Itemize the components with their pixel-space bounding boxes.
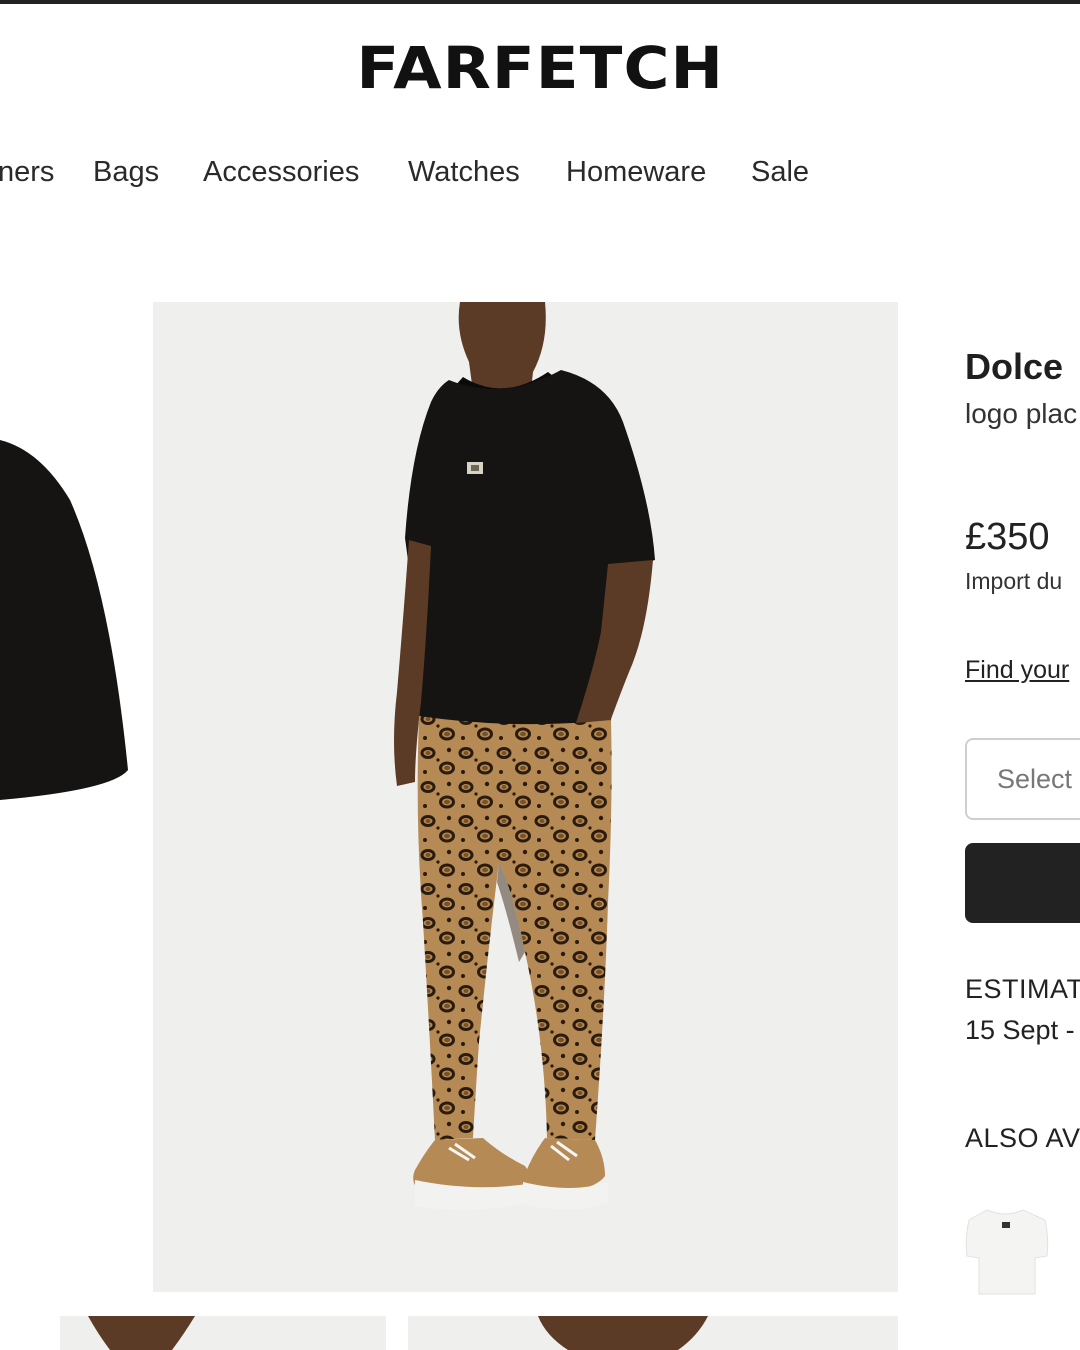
also-available-white-tshirt[interactable] bbox=[965, 1198, 1055, 1298]
product-price: £350 bbox=[965, 516, 1050, 558]
product-image-main[interactable] bbox=[153, 302, 898, 1292]
add-to-bag-button[interactable] bbox=[965, 843, 1080, 923]
size-select[interactable]: Select bbox=[965, 738, 1080, 820]
product-image-tshirt-flat[interactable] bbox=[0, 300, 140, 1300]
size-select-placeholder: Select bbox=[997, 764, 1073, 794]
product-image-bottom-right[interactable] bbox=[408, 1316, 898, 1350]
estimated-delivery-date: 15 Sept - bbox=[965, 1015, 1075, 1045]
category-nav: ners Bags Accessories Watches Homeware S… bbox=[0, 150, 1080, 194]
import-duties-note: Import du bbox=[965, 568, 1063, 594]
product-info-panel: Dolce logo plac £350 Import du Find your… bbox=[965, 0, 1080, 1350]
nav-item-bags[interactable]: Bags bbox=[93, 150, 159, 194]
product-description: logo plac bbox=[965, 398, 1078, 429]
also-available-label: ALSO AV bbox=[965, 1123, 1080, 1153]
nav-item-homeware[interactable]: Homeware bbox=[566, 150, 706, 194]
bottom-left-illustration bbox=[88, 1316, 195, 1350]
top-border bbox=[0, 0, 1080, 4]
farfetch-logo[interactable]: FARFETCH bbox=[0, 36, 1080, 100]
product-brand[interactable]: Dolce bbox=[965, 346, 1063, 388]
white-tshirt-thumbnail bbox=[965, 1209, 1049, 1295]
bottom-right-illustration bbox=[538, 1316, 708, 1350]
model-illustration bbox=[394, 302, 655, 1211]
nav-item-watches[interactable]: Watches bbox=[408, 150, 520, 194]
size-guide-link[interactable]: Find your bbox=[965, 656, 1069, 685]
product-image-bottom-left[interactable] bbox=[60, 1316, 386, 1350]
nav-item-accessories[interactable]: Accessories bbox=[203, 150, 359, 194]
logo-text: FARFETCH bbox=[356, 34, 724, 102]
estimated-delivery-label: ESTIMAT bbox=[965, 974, 1080, 1004]
tshirt-flat-illustration bbox=[0, 440, 128, 800]
nav-item-sale[interactable]: Sale bbox=[751, 150, 809, 194]
nav-item-designers[interactable]: ners bbox=[0, 150, 54, 194]
